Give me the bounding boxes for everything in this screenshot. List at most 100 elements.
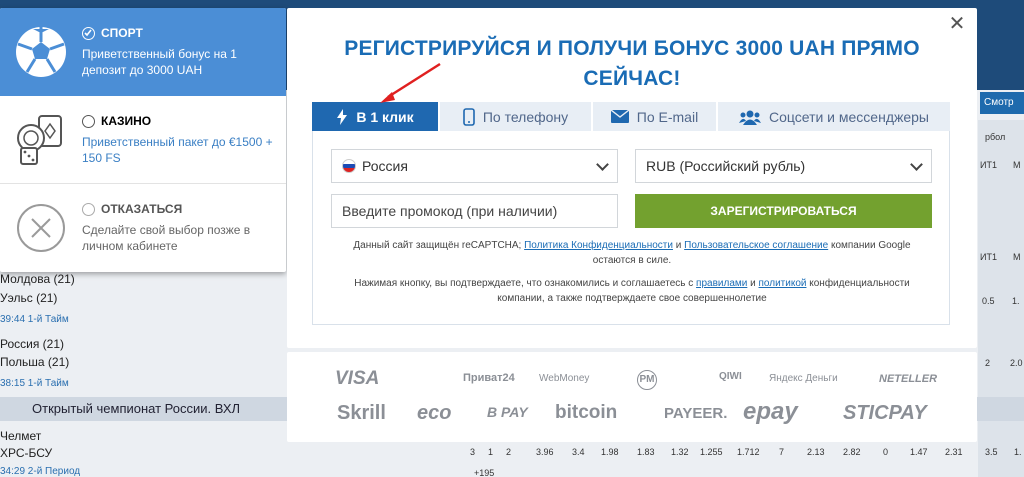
refuse-x-icon — [0, 184, 82, 272]
note-text: Нажимая кнопку, вы подтверждаете, что оз… — [354, 278, 697, 289]
note-text: Данный сайт защищён reCAPTCHA; — [353, 240, 525, 251]
odd-value[interactable]: 2.31 — [945, 447, 963, 457]
team-name: Польша (21) — [0, 355, 70, 369]
sticpay-logo: STICPAY — [843, 402, 927, 424]
payment-methods: VISA Приват24 WebMoney PM QIWI Яндекс Де… — [287, 352, 977, 442]
policy-link[interactable]: политикой — [759, 278, 807, 289]
bonus-option-sport[interactable]: СПОРТ Приветственный бонус на 1 депозит … — [0, 8, 286, 96]
privacy-policy-link[interactable]: Политика Конфиденциальности — [524, 240, 673, 251]
radio-unchecked-icon[interactable] — [82, 114, 95, 128]
odd-value[interactable]: 3.96 — [536, 447, 554, 457]
odd-value[interactable]: 1. — [1014, 447, 1022, 457]
team-name: Россия (21) — [0, 337, 65, 351]
bitcoin-logo: bitcoin — [555, 402, 618, 423]
register-button[interactable]: ЗАРЕГИСТРИРОВАТЬСЯ — [635, 194, 932, 228]
league-name: Открытый чемпионат России. ВХЛ — [32, 401, 241, 416]
tab-label: В 1 клик — [356, 108, 414, 125]
country-select[interactable]: Россия — [331, 149, 618, 183]
bonus-option-desc: Приветственный пакет до €1500 + 150 FS — [82, 135, 273, 165]
qiwi-logo: QIWI — [719, 371, 742, 382]
odd-value[interactable]: 2.82 — [843, 447, 861, 457]
currency-value: RUB (Российский рубль) — [646, 158, 806, 174]
odd-value[interactable]: 0 — [883, 447, 888, 457]
match-time: 34:29 2-й Период — [0, 466, 81, 477]
odd-value[interactable]: 1.255 — [700, 447, 723, 457]
odd-value[interactable]: 1.47 — [910, 447, 928, 457]
payeer-logo: PAYEER. — [664, 405, 728, 422]
epay-logo: epay — [743, 398, 798, 425]
neteller-logo: NETELLER — [879, 373, 938, 385]
tab-email[interactable]: По E-mail — [591, 102, 716, 131]
col-label: ИТ1 — [980, 160, 997, 170]
registration-form: Россия RUB (Российский рубль) Введите пр… — [312, 131, 950, 325]
promo-code-input[interactable]: Введите промокод (при наличии) — [331, 194, 618, 228]
people-icon — [738, 110, 761, 125]
bonus-option-title: ОТКАЗАТЬСЯ — [101, 202, 183, 216]
bpay-logo: B PAY — [487, 404, 528, 420]
yandex-money-logo: Яндекс Деньги — [769, 373, 838, 384]
bonus-option-casino[interactable]: КАЗИНО Приветственный пакет до €1500 + 1… — [0, 96, 286, 184]
side-value: 1. — [1012, 296, 1020, 306]
note-text: и — [672, 240, 685, 251]
tab-label: По E-mail — [636, 108, 699, 125]
country-value: Россия — [362, 158, 408, 174]
tab-label: Соцсети и мессенджеры — [768, 108, 929, 125]
odd-value[interactable]: 1.712 — [737, 447, 760, 457]
skrill-logo: Skrill — [337, 402, 386, 424]
col-label: ИТ1 — [980, 252, 997, 262]
russia-flag-icon — [342, 159, 356, 173]
match-time: 38:15 1-й Тайм — [0, 378, 69, 389]
match-time: 39:44 1-й Тайм — [0, 314, 69, 325]
chevron-down-icon — [910, 158, 923, 171]
perfect-money-logo: PM — [637, 370, 657, 390]
odd-value[interactable]: 3.5 — [985, 447, 998, 457]
close-icon[interactable]: ✕ — [947, 14, 967, 34]
odd-value[interactable]: 1.83 — [637, 447, 655, 457]
envelope-icon — [610, 110, 629, 123]
casino-chip-icon — [0, 96, 82, 183]
team-name: Челмет — [0, 429, 42, 443]
tab-social[interactable]: Соцсети и мессенджеры — [716, 102, 950, 131]
col-label: М — [1013, 160, 1021, 170]
odd-value[interactable]: 7 — [779, 447, 784, 457]
odd-value[interactable]: 2.13 — [807, 447, 825, 457]
modal-headline: РЕГИСТРИРУЙСЯ И ПОЛУЧИ БОНУС 3000 UAH ПР… — [344, 37, 920, 90]
tab-label: По телефону — [482, 108, 569, 125]
score: 3 — [470, 447, 476, 457]
tab-phone[interactable]: По телефону — [438, 102, 591, 131]
registration-tabs: В 1 клик По телефону По E-mail Соцсети и… — [312, 102, 950, 131]
odd-value[interactable]: 1.32 — [671, 447, 689, 457]
lightning-icon — [337, 108, 348, 125]
webmoney-logo: WebMoney — [539, 373, 590, 384]
background-right-tab[interactable]: Смотр — [980, 92, 1024, 114]
radio-unchecked-icon[interactable] — [82, 202, 95, 216]
bonus-option-desc: Сделайте свой выбор позже в личном кабин… — [82, 223, 251, 253]
more-bets[interactable]: +195 — [474, 468, 494, 477]
terms-link[interactable]: Пользовательское соглашение — [684, 240, 828, 251]
team-name: Уэльс (21) — [0, 291, 58, 305]
odd-value[interactable]: 3.4 — [572, 447, 585, 457]
bonus-option-title: СПОРТ — [101, 26, 143, 40]
consent-note: Нажимая кнопку, вы подтверждаете, что оз… — [333, 276, 931, 306]
team-name: ХРС-БСУ — [0, 446, 53, 460]
phone-icon — [463, 107, 475, 126]
chevron-down-icon — [596, 158, 609, 171]
visa-logo: VISA — [335, 368, 380, 389]
registration-modal: ✕ РЕГИСТРИРУЙСЯ И ПОЛУЧИ БОНУС 3000 UAH … — [287, 8, 977, 348]
bonus-option-refuse[interactable]: ОТКАЗАТЬСЯ Сделайте свой выбор позже в л… — [0, 184, 286, 272]
note-text: и — [747, 278, 759, 289]
rules-link[interactable]: правилами — [696, 278, 747, 289]
score: 1 — [488, 447, 494, 457]
privat24-logo: Приват24 — [463, 372, 515, 384]
side-value: 2 — [985, 358, 991, 368]
col-label: М — [1013, 252, 1021, 262]
tab-one-click[interactable]: В 1 клик — [312, 102, 438, 131]
side-value: 0.5 — [982, 296, 995, 306]
promo-placeholder: Введите промокод (при наличии) — [342, 203, 558, 219]
recaptcha-note: Данный сайт защищён reCAPTCHA; Политика … — [333, 238, 931, 268]
col-label: рбол — [985, 132, 1006, 142]
currency-select[interactable]: RUB (Российский рубль) — [635, 149, 932, 183]
radio-checked-icon[interactable] — [82, 26, 95, 40]
odd-value[interactable]: 1.98 — [601, 447, 619, 457]
eco-logo: eco — [417, 402, 452, 424]
